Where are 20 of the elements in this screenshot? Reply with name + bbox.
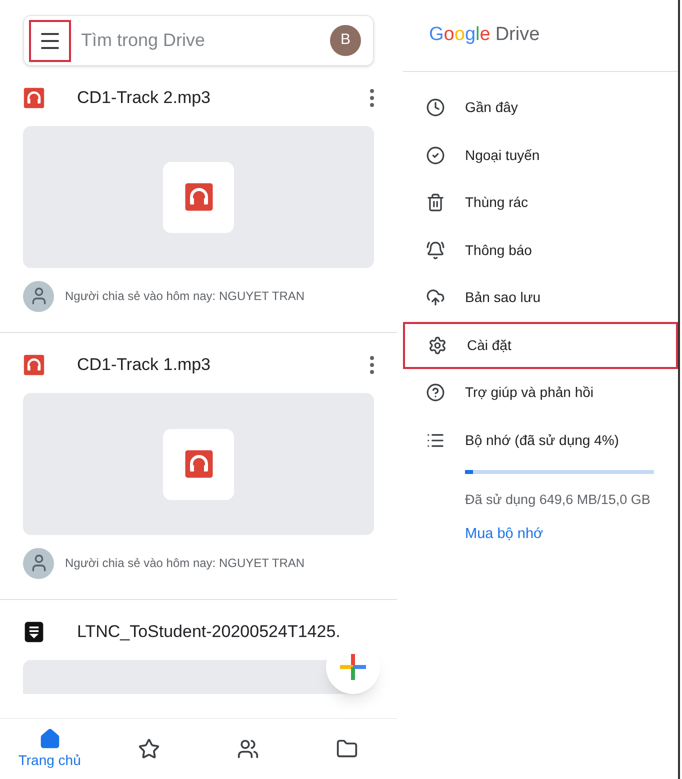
drawer-item[interactable]: Bản sao lưu xyxy=(403,274,678,322)
search-placeholder: Tìm trong Drive xyxy=(81,29,206,52)
buy-storage-link[interactable]: Mua bộ nhớ xyxy=(465,524,654,546)
nav-tab[interactable]: Trang chủ xyxy=(0,719,100,779)
sharer-text: Người chia sẻ vào hôm nay: NGUYET TRAN xyxy=(65,288,305,305)
file-name[interactable]: CD1-Track 2.mp3 xyxy=(77,85,211,111)
drawer-item[interactable]: Cài đặt xyxy=(403,322,678,369)
drawer-item[interactable]: Trợ giúp và phản hồi xyxy=(403,369,678,416)
file-name[interactable]: LTNC_ToStudent-20200524T1425. xyxy=(77,619,340,645)
google-drive-logo: Google Drive xyxy=(403,0,678,72)
search-field[interactable]: Tìm trong Drive B xyxy=(23,15,374,66)
storage-usage-text: Đã sử dụng 649,6 MB/15,0 GB xyxy=(465,491,652,509)
drawer-item[interactable]: Ngoại tuyến xyxy=(403,132,678,179)
file-name[interactable]: CD1-Track 1.mp3 xyxy=(77,352,211,378)
drawer-item[interactable]: Thùng rác xyxy=(403,179,678,226)
drawer-item[interactable]: Gần đây xyxy=(403,84,678,132)
sharer-text: Người chia sẻ vào hôm nay: NGUYET TRAN xyxy=(65,555,305,572)
drawer-item[interactable]: Bộ nhớ (đã sử dụng 4%) xyxy=(403,416,678,464)
drawer-item[interactable]: Thông báo xyxy=(403,226,678,274)
account-avatar[interactable]: B xyxy=(330,25,361,56)
